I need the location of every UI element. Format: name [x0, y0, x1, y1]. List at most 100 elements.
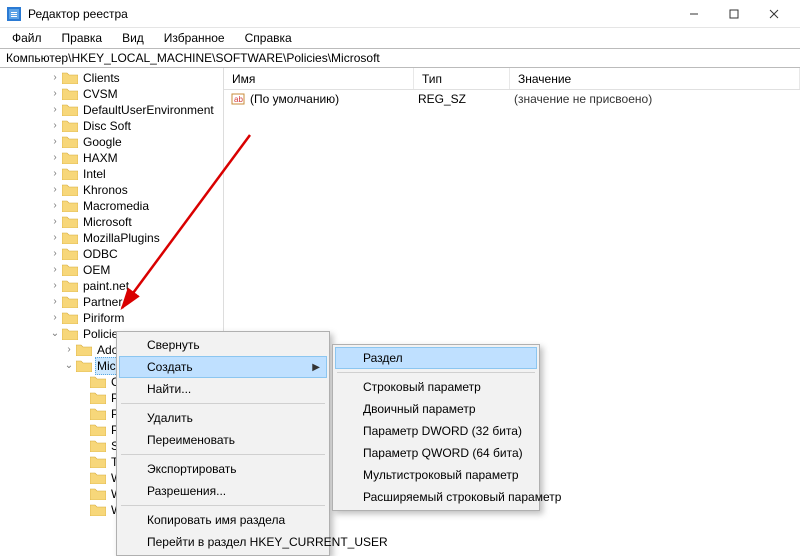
tree-item[interactable]: › Partner — [0, 294, 223, 310]
ctx-item-permissions[interactable]: Разрешения... — [119, 480, 327, 502]
tree-label: Partner — [81, 294, 124, 310]
tree-item[interactable]: ›OEM — [0, 262, 223, 278]
folder-icon — [76, 343, 92, 357]
tree-item[interactable]: ›HAXM — [0, 150, 223, 166]
ctx-item-new-string[interactable]: Строковый параметр — [335, 376, 537, 398]
folder-icon — [90, 439, 106, 453]
expander-icon[interactable]: ⌄ — [62, 358, 76, 374]
folder-icon — [90, 487, 106, 501]
app-icon — [6, 6, 22, 22]
separator — [121, 403, 325, 404]
ctx-item-new-key[interactable]: Раздел — [335, 347, 537, 369]
minimize-button[interactable] — [674, 0, 714, 28]
expander-icon[interactable]: › — [62, 342, 76, 358]
ctx-item-new-qword[interactable]: Параметр QWORD (64 бита) — [335, 442, 537, 464]
tree-label: ODBC — [81, 246, 120, 262]
context-submenu-new: Раздел Строковый параметр Двоичный парам… — [332, 344, 540, 511]
ctx-item-copykey[interactable]: Копировать имя раздела — [119, 509, 327, 531]
folder-icon — [62, 183, 78, 197]
folder-icon — [62, 215, 78, 229]
folder-icon — [90, 503, 106, 517]
column-type[interactable]: Тип — [414, 68, 510, 89]
menu-favorites[interactable]: Избранное — [156, 29, 233, 47]
column-data[interactable]: Значение — [510, 68, 800, 89]
menu-file[interactable]: Файл — [4, 29, 50, 47]
tree-item[interactable]: › CVSM — [0, 86, 223, 102]
folder-icon — [90, 391, 106, 405]
ctx-item-delete[interactable]: Удалить — [119, 407, 327, 429]
menu-view[interactable]: Вид — [114, 29, 152, 47]
expander-icon[interactable]: › — [48, 86, 62, 102]
list-row[interactable]: ab (По умолчанию) REG_SZ (значение не пр… — [224, 90, 800, 108]
expander-icon[interactable]: › — [48, 310, 62, 326]
ctx-item-collapse[interactable]: Свернуть — [119, 334, 327, 356]
tree-label: Khronos — [81, 182, 130, 198]
expander-icon[interactable]: › — [48, 70, 62, 86]
tree-item[interactable]: › Khronos — [0, 182, 223, 198]
expander-icon[interactable]: › — [48, 294, 62, 310]
expander-icon[interactable]: › — [48, 182, 62, 198]
expander-icon[interactable]: › — [48, 118, 62, 134]
folder-icon — [62, 295, 78, 309]
close-button[interactable] — [754, 0, 794, 28]
ctx-item-find[interactable]: Найти... — [119, 378, 327, 400]
tree-item[interactable]: › Google — [0, 134, 223, 150]
folder-icon — [62, 71, 78, 85]
tree-label: Microsoft — [81, 214, 134, 230]
ctx-item-goto-hkcu[interactable]: Перейти в раздел HKEY_CURRENT_USER — [119, 531, 327, 553]
folder-icon — [62, 279, 78, 293]
expander-icon[interactable]: › — [48, 150, 62, 166]
expander-icon[interactable]: › — [48, 102, 62, 118]
expander-icon[interactable]: › — [48, 246, 62, 262]
tree-item[interactable]: › MozillaPlugins — [0, 230, 223, 246]
ctx-item-new-multistring[interactable]: Мультистроковый параметр — [335, 464, 537, 486]
tree-label: Google — [81, 134, 124, 150]
ctx-item-new-expandstring[interactable]: Расширяемый строковый параметр — [335, 486, 537, 508]
tree-item[interactable]: ›Disc Soft — [0, 118, 223, 134]
ctx-item-new-binary[interactable]: Двоичный параметр — [335, 398, 537, 420]
string-value-icon: ab — [230, 91, 246, 107]
expander-icon[interactable]: › — [48, 166, 62, 182]
ctx-item-new-dword[interactable]: Параметр DWORD (32 бита) — [335, 420, 537, 442]
expander-icon[interactable]: › — [48, 278, 62, 294]
folder-icon — [90, 375, 106, 389]
expander-icon[interactable]: › — [48, 214, 62, 230]
tree-label: Piriform — [81, 310, 126, 326]
row-data: (значение не присвоено) — [506, 92, 800, 106]
submenu-arrow-icon: ▶ — [312, 362, 320, 373]
svg-text:ab: ab — [234, 95, 243, 104]
tree-item[interactable]: ›Macromedia — [0, 198, 223, 214]
window-title: Редактор реестра — [28, 7, 128, 21]
ctx-item-export[interactable]: Экспортировать — [119, 458, 327, 480]
titlebar: Редактор реестра — [0, 0, 800, 28]
folder-icon — [62, 327, 78, 341]
ctx-item-new[interactable]: Создать▶ — [119, 356, 327, 378]
folder-icon — [62, 231, 78, 245]
tree-item[interactable]: › Piriform — [0, 310, 223, 326]
folder-icon — [90, 455, 106, 469]
row-name: (По умолчанию) — [250, 92, 339, 106]
expander-icon[interactable]: › — [48, 198, 62, 214]
folder-icon — [90, 423, 106, 437]
column-name[interactable]: Имя — [224, 68, 414, 89]
tree-label: MozillaPlugins — [81, 230, 162, 246]
tree-item[interactable]: ›DefaultUserEnvironment — [0, 102, 223, 118]
address-bar[interactable]: Компьютер\HKEY_LOCAL_MACHINE\SOFTWARE\Po… — [0, 48, 800, 68]
menubar: Файл Правка Вид Избранное Справка — [0, 28, 800, 48]
tree-item[interactable]: ›Clients — [0, 70, 223, 86]
expander-icon[interactable]: › — [48, 230, 62, 246]
folder-icon — [90, 471, 106, 485]
menu-help[interactable]: Справка — [237, 29, 300, 47]
tree-item[interactable]: ›paint.net — [0, 278, 223, 294]
expander-icon[interactable]: › — [48, 134, 62, 150]
tree-label: CVSM — [81, 86, 120, 102]
folder-icon — [62, 263, 78, 277]
tree-item[interactable]: › Microsoft — [0, 214, 223, 230]
menu-edit[interactable]: Правка — [54, 29, 111, 47]
tree-item[interactable]: › ODBC — [0, 246, 223, 262]
maximize-button[interactable] — [714, 0, 754, 28]
ctx-item-rename[interactable]: Переименовать — [119, 429, 327, 451]
expander-icon[interactable]: ⌄ — [48, 326, 62, 342]
expander-icon[interactable]: › — [48, 262, 62, 278]
tree-item[interactable]: ›Intel — [0, 166, 223, 182]
